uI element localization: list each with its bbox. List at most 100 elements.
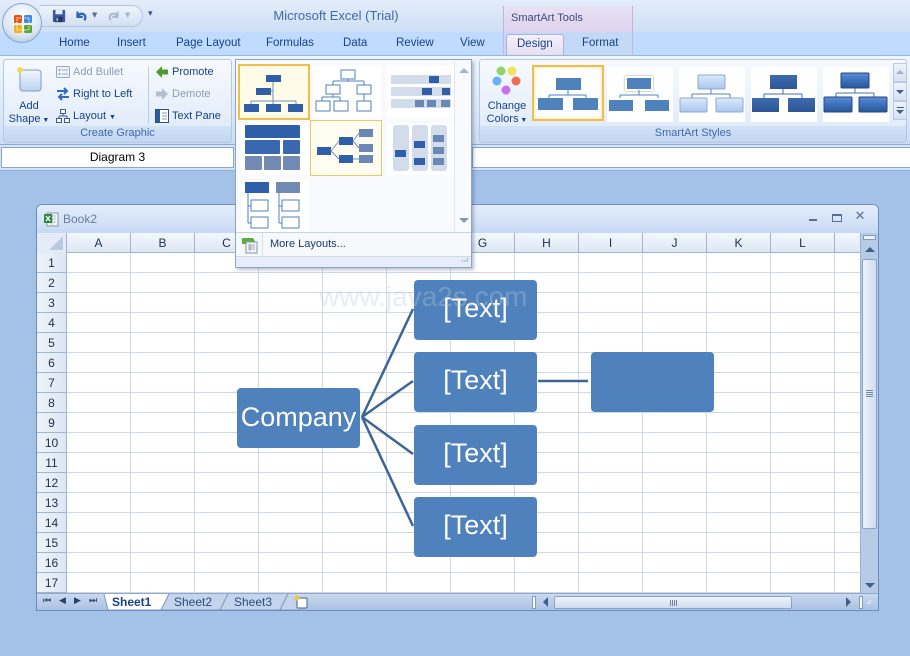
tab-page-layout[interactable]: Page Layout bbox=[176, 37, 241, 49]
more-layouts-icon-box bbox=[236, 233, 263, 257]
group-label-smartart-styles: SmartArt Styles bbox=[480, 126, 906, 142]
vertical-scrollbar[interactable] bbox=[860, 233, 878, 593]
scroll-up-arrow-icon[interactable] bbox=[865, 247, 875, 252]
add-shape-label-1: Add bbox=[19, 100, 39, 112]
vertical-scroll-thumb[interactable] bbox=[862, 259, 877, 529]
tab-insert[interactable]: Insert bbox=[117, 37, 146, 49]
window-resize-grip-icon[interactable]: ⠴ bbox=[866, 597, 872, 606]
group-smartart-styles: Change Colors ▼ SmartArt Styles bbox=[479, 59, 907, 143]
tab-view[interactable]: View bbox=[460, 37, 485, 49]
style-thumb-subtle-effect bbox=[679, 74, 744, 113]
right-split-box[interactable] bbox=[859, 596, 863, 609]
org-layout-icon bbox=[56, 109, 70, 123]
layout-labeled-hierarchy[interactable] bbox=[387, 66, 455, 118]
tab-design-label: Design bbox=[517, 38, 553, 50]
smartart-tools-label: SmartArt Tools bbox=[511, 12, 583, 24]
name-box[interactable]: Diagram 3 bbox=[1, 147, 234, 168]
office-button[interactable] bbox=[2, 3, 42, 43]
right-to-left-label: Right to Left bbox=[73, 87, 133, 100]
right-to-left-button[interactable]: Right to Left bbox=[56, 87, 132, 105]
text-pane-button[interactable]: Text Pane bbox=[155, 109, 221, 127]
formula-input[interactable] bbox=[472, 147, 910, 168]
smartart-node-child-1[interactable]: [Text] bbox=[414, 280, 537, 340]
styles-scroll-up[interactable] bbox=[893, 63, 907, 82]
style-thumb-simple-fill bbox=[538, 78, 598, 110]
layout-hierarchy-list[interactable] bbox=[241, 180, 309, 232]
sheet-tab-sheet3[interactable]: Sheet3 bbox=[234, 594, 272, 610]
style-white-outline[interactable] bbox=[607, 67, 673, 122]
resize-grip[interactable]: ⠠⠴ bbox=[236, 255, 471, 267]
vertical-split-box[interactable] bbox=[863, 235, 876, 240]
text-pane-icon bbox=[155, 109, 169, 123]
layouts-gallery-dropdown: More Layouts... ⠠⠴ bbox=[235, 59, 472, 268]
sheet-tab-sheet1[interactable]: Sheet1 bbox=[112, 594, 151, 610]
smartart-diagram[interactable]: Company [Text] [Text] [Text] [Text] www.… bbox=[37, 233, 860, 593]
tab-design[interactable]: Design bbox=[506, 34, 564, 57]
layout-organization-chart[interactable] bbox=[238, 64, 310, 120]
scroll-right-arrow-icon[interactable] bbox=[846, 597, 851, 607]
add-bullet-label: Add Bullet bbox=[73, 65, 124, 78]
horizontal-scroll-thumb[interactable] bbox=[554, 596, 792, 609]
spreadsheet-grid[interactable]: ABCDEFGHIJKL 1234567891011121314151617 C… bbox=[37, 233, 860, 593]
tab-formulas[interactable]: Formulas bbox=[266, 37, 314, 49]
add-shape-button[interactable]: Add Shape ▼ bbox=[7, 63, 51, 125]
separator bbox=[148, 66, 149, 124]
close-button[interactable]: ✕ bbox=[853, 209, 867, 224]
grip-icon bbox=[866, 390, 873, 391]
style-intense-effect[interactable] bbox=[823, 67, 889, 122]
smartart-node-child-4[interactable]: [Text] bbox=[414, 497, 537, 557]
layout-table-hierarchy[interactable] bbox=[241, 123, 309, 175]
demote-arrow-icon bbox=[156, 88, 168, 100]
resize-grip-icon: ⠠⠴ bbox=[458, 255, 469, 264]
tab-home[interactable]: Home bbox=[59, 37, 90, 49]
layout-horizontal-hierarchy[interactable] bbox=[310, 120, 382, 176]
tab-review[interactable]: Review bbox=[396, 37, 434, 49]
tab-format[interactable]: Format bbox=[582, 37, 618, 49]
insert-sheet-icon[interactable] bbox=[293, 595, 309, 610]
scroll-up-icon[interactable] bbox=[459, 68, 469, 73]
scroll-down-arrow-icon[interactable] bbox=[865, 583, 875, 588]
scroll-down-icon[interactable] bbox=[459, 218, 469, 223]
next-sheet-icon[interactable]: ▶ bbox=[74, 596, 81, 606]
styles-scroll-down[interactable] bbox=[893, 82, 907, 101]
close-icon: ✕ bbox=[854, 209, 866, 224]
layouts-gallery-scrollbar[interactable] bbox=[454, 60, 471, 232]
styles-more-button[interactable] bbox=[893, 101, 907, 120]
more-layouts-menu-item[interactable]: More Layouts... bbox=[236, 232, 471, 257]
layout-button[interactable]: Layout ▼ bbox=[56, 109, 116, 127]
first-sheet-icon[interactable]: ⏮ bbox=[43, 596, 51, 606]
style-moderate-effect[interactable] bbox=[751, 67, 817, 122]
bullet-list-icon bbox=[56, 66, 70, 78]
style-subtle-effect[interactable] bbox=[679, 67, 745, 122]
demote-button: Demote bbox=[155, 87, 211, 105]
layout-hierarchy[interactable] bbox=[313, 66, 381, 118]
smartart-node-child-3[interactable]: [Text] bbox=[414, 425, 537, 485]
style-simple-fill[interactable] bbox=[532, 65, 604, 121]
restore-button[interactable] bbox=[830, 211, 844, 225]
demote-label: Demote bbox=[172, 87, 211, 100]
add-shape-label-2: Shape bbox=[8, 113, 41, 125]
smartart-node-grandchild[interactable] bbox=[591, 352, 714, 412]
style-thumb-moderate-effect bbox=[752, 75, 815, 112]
horizontal-split-box[interactable] bbox=[532, 596, 536, 609]
last-sheet-icon[interactable]: ⏭ bbox=[89, 596, 97, 606]
promote-button[interactable]: Promote bbox=[155, 65, 214, 83]
layout-horizontal-labeled-hierarchy[interactable] bbox=[387, 123, 455, 175]
add-bullet-button: Add Bullet bbox=[56, 65, 123, 83]
tab-data[interactable]: Data bbox=[343, 37, 367, 49]
promote-arrow-icon bbox=[156, 66, 168, 78]
add-shape-icon bbox=[17, 67, 42, 92]
layout-thumb-horizontal-labeled-hierarchy bbox=[393, 125, 447, 171]
title-bar: ▼ ▼ ▾ Microsoft Excel (Trial) SmartArt T… bbox=[0, 0, 910, 32]
layout-thumb-horizontal-hierarchy bbox=[317, 129, 373, 163]
smartart-node-child-2[interactable]: [Text] bbox=[414, 352, 537, 412]
scroll-left-arrow-icon[interactable] bbox=[543, 597, 548, 607]
style-thumb-intense-effect bbox=[823, 72, 888, 113]
prev-sheet-icon[interactable]: ◀ bbox=[59, 596, 66, 606]
minimize-button[interactable] bbox=[806, 211, 820, 225]
connector-1 bbox=[360, 308, 415, 418]
sheet-tab-sheet2[interactable]: Sheet2 bbox=[174, 594, 212, 610]
horizontal-scrollbar[interactable] bbox=[540, 595, 858, 610]
promote-label: Promote bbox=[172, 65, 214, 78]
smartart-node-company[interactable]: Company bbox=[237, 388, 360, 448]
